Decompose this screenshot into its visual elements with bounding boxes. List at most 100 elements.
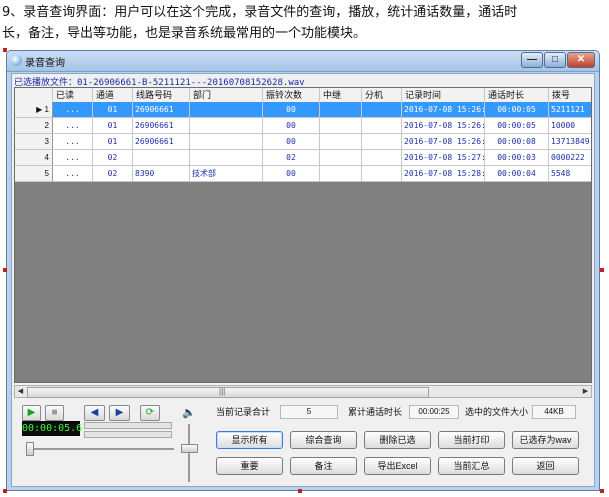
column-header[interactable]: 部门 (190, 88, 263, 102)
table-cell-ch[interactable]: 02 (93, 166, 133, 182)
column-header[interactable]: 中继 (320, 88, 362, 102)
progress-track[interactable] (84, 422, 172, 429)
arrow-right-icon: ▶ (115, 407, 124, 418)
repeat-icon: ⟳ (145, 407, 155, 418)
table-cell-dur[interactable]: 00:00:05 (485, 102, 549, 118)
column-header[interactable]: 已读 (53, 88, 93, 102)
table-cell-rings[interactable]: 00 (263, 166, 320, 182)
table-cell-time[interactable]: 2016-07-08 15:26:54 (402, 134, 485, 150)
column-header[interactable]: 分机 (362, 88, 402, 102)
table-cell-ch[interactable]: 02 (93, 150, 133, 166)
table-cell-ext[interactable] (362, 102, 402, 118)
table-cell-dial[interactable]: 10000 (549, 118, 591, 134)
table-cell-ext[interactable] (362, 134, 402, 150)
scrollbar-thumb[interactable] (27, 387, 429, 398)
table-cell-read[interactable]: ... (53, 134, 93, 150)
table-cell-dial[interactable]: 5211121 (549, 102, 591, 118)
table-cell-trunk[interactable] (320, 118, 362, 134)
table-cell-rings[interactable]: 00 (263, 102, 320, 118)
table-row[interactable]: 2...0126906661 00 2016-07-08 15:26:4200:00… (15, 118, 591, 134)
export-excel-button[interactable]: 导出Excel (364, 457, 431, 475)
table-cell-ext[interactable] (362, 166, 402, 182)
scroll-right-arrow-icon[interactable]: ▶ (580, 386, 591, 397)
position-slider-track[interactable] (26, 448, 174, 450)
column-header[interactable]: 线路号码 (133, 88, 190, 102)
next-button[interactable]: ▶ (109, 405, 130, 421)
table-cell-dur[interactable]: 00:00:04 (485, 166, 549, 182)
table-cell-dur[interactable]: 00:00:08 (485, 134, 549, 150)
table-cell-trunk[interactable] (320, 102, 362, 118)
table-cell-dial[interactable]: 5548 (549, 166, 591, 182)
recording-query-window: 录音查询 — □ ✕ 已选播放文件：01-26906661-B-5211121-… (6, 50, 600, 491)
table-cell-dial[interactable]: 13713849 (549, 134, 591, 150)
minimize-button[interactable]: — (521, 52, 543, 68)
table-cell-rings[interactable]: 02 (263, 150, 320, 166)
note-button[interactable]: 备注 (290, 457, 357, 475)
table-cell-ext[interactable] (362, 118, 402, 134)
window-title: 录音查询 (25, 58, 65, 69)
table-cell-time[interactable]: 2016-07-08 15:26:42 (402, 118, 485, 134)
save-as-wav-button[interactable]: 已选存为wav (512, 431, 579, 449)
table-cell-line[interactable]: 26906661 (133, 118, 190, 134)
table-cell-trunk[interactable] (320, 150, 362, 166)
table-cell-line[interactable]: 8390 (133, 166, 190, 182)
close-button[interactable]: ✕ (567, 52, 595, 68)
position-slider-thumb[interactable] (26, 442, 34, 456)
table-cell-line[interactable]: 26906661 (133, 102, 190, 118)
table-cell-rings[interactable]: 00 (263, 118, 320, 134)
column-header[interactable]: 拨号 (549, 88, 591, 102)
table-header: 已读 通道 线路号码 部门 振铃次数 中继 分机 记录时间 通话时长 拨号 (15, 88, 591, 103)
table-cell-ch[interactable]: 01 (93, 134, 133, 150)
delete-selected-button[interactable]: 删除已选 (364, 431, 431, 449)
stop-button[interactable]: ■ (45, 405, 64, 421)
table-cell-dept[interactable] (190, 102, 263, 118)
column-header[interactable]: 通话时长 (485, 88, 549, 102)
table-cell-time[interactable]: 2016-07-08 15:28:07 (402, 166, 485, 182)
previous-button[interactable]: ◀ (84, 405, 105, 421)
table-cell-dur[interactable]: 00:00:05 (485, 118, 549, 134)
current-summary-button[interactable]: 当前汇总 (438, 457, 505, 475)
back-button[interactable]: 返回 (512, 457, 579, 475)
combined-query-button[interactable]: 综合查询 (290, 431, 357, 449)
column-header[interactable]: 记录时间 (402, 88, 485, 102)
scroll-left-arrow-icon[interactable]: ◀ (15, 386, 26, 397)
volume-slider-thumb[interactable] (181, 444, 198, 453)
print-current-button[interactable]: 当前打印 (438, 431, 505, 449)
table-cell-read[interactable]: ... (53, 118, 93, 134)
table-cell-dur[interactable]: 00:00:03 (485, 150, 549, 166)
table-row[interactable]: 5...028390技术部00 2016-07-08 15:28:0700:00:… (15, 166, 591, 182)
table-cell-dept[interactable] (190, 134, 263, 150)
table-cell-dept[interactable] (190, 150, 263, 166)
maximize-button[interactable]: □ (544, 52, 566, 68)
important-button[interactable]: 重要 (216, 457, 283, 475)
table-cell-dial[interactable]: 0000222 (549, 150, 591, 166)
table-cell-read[interactable]: ... (53, 166, 93, 182)
table-cell-read[interactable]: ... (53, 102, 93, 118)
table-cell-dept[interactable]: 技术部 (190, 166, 263, 182)
table-row[interactable]: 3...0126906661 00 2016-07-08 15:26:5400:00… (15, 134, 591, 150)
repeat-button[interactable]: ⟳ (140, 405, 160, 421)
table-cell-trunk[interactable] (320, 134, 362, 150)
table-cell-ch[interactable]: 01 (93, 102, 133, 118)
show-all-button[interactable]: 显示所有 (216, 431, 283, 449)
table-row[interactable]: 4...02022016-07-08 15:27:1300:00:0300002… (15, 150, 591, 166)
play-button[interactable]: ▶ (22, 405, 41, 421)
window-titlebar[interactable]: 录音查询 — □ ✕ (7, 51, 599, 72)
table-cell-ext[interactable] (362, 150, 402, 166)
table-cell-dept[interactable] (190, 118, 263, 134)
volume-slider-track[interactable] (188, 424, 190, 482)
table-cell-read[interactable]: ... (53, 150, 93, 166)
client-area: 已选播放文件：01-26906661-B-5211121---201607081… (11, 73, 595, 487)
table-cell-trunk[interactable] (320, 166, 362, 182)
table-cell-rings[interactable]: 00 (263, 134, 320, 150)
table-cell-time[interactable]: 2016-07-08 15:26:20 (402, 102, 485, 118)
table-cell-time[interactable]: 2016-07-08 15:27:13 (402, 150, 485, 166)
table-row[interactable]: ▶ 1...0126906661 00 2016-07-08 15:26:2000:… (15, 102, 591, 118)
table-cell-line[interactable]: 26906661 (133, 134, 190, 150)
column-header[interactable]: 振铃次数 (263, 88, 320, 102)
column-header[interactable]: 通道 (93, 88, 133, 102)
table-cell-line[interactable] (133, 150, 190, 166)
horizontal-scrollbar[interactable]: ◀ ||| ▶ (14, 385, 592, 398)
records-table[interactable]: 已读 通道 线路号码 部门 振铃次数 中继 分机 记录时间 通话时长 拨号 ▶ 1... 01 269… (14, 87, 592, 383)
table-cell-ch[interactable]: 01 (93, 118, 133, 134)
